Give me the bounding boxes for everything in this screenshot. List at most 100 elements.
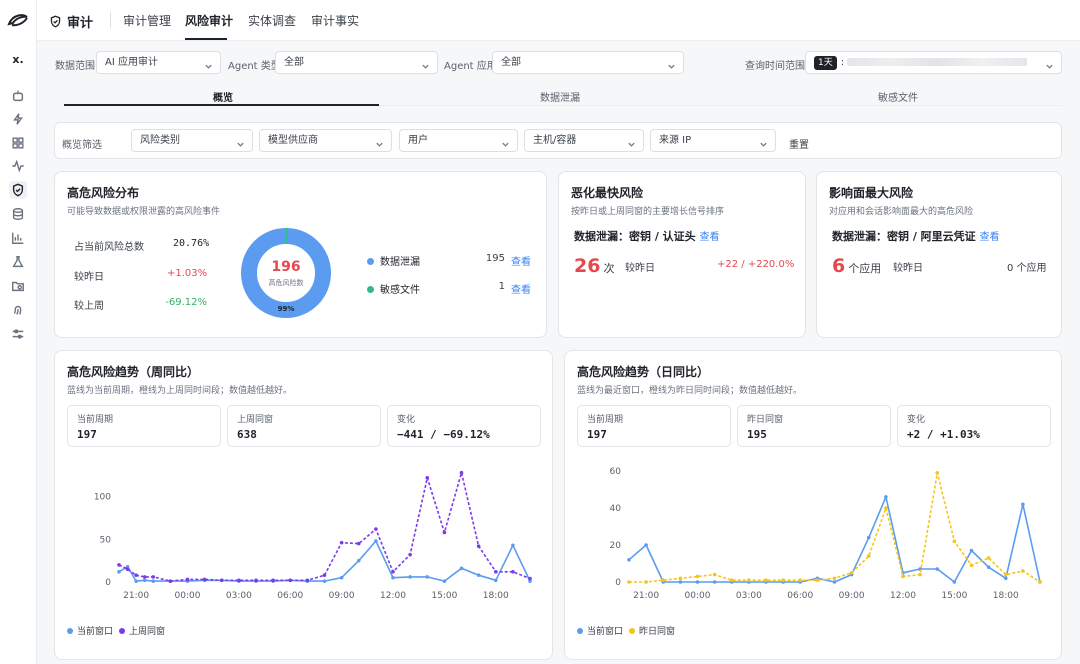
series-point-1 (117, 563, 121, 567)
time-range-select[interactable]: 1天: (805, 51, 1062, 74)
series-point-1 (866, 554, 871, 558)
x-tick-label: 15:00 (941, 591, 967, 601)
series-point-1 (832, 576, 837, 581)
card-title: 高危风险趋势（日同比） (577, 365, 710, 379)
folder-search-icon[interactable] (9, 277, 27, 295)
series-point-1 (442, 530, 447, 535)
chevron-down-icon (759, 136, 768, 147)
series-point-0 (832, 580, 837, 584)
share-value: 20.76% (173, 238, 210, 249)
series-point-1 (764, 578, 768, 582)
view-link[interactable]: 查看 (700, 232, 720, 243)
stat-current: 当前周期 197 (577, 405, 731, 447)
series-point-1 (134, 573, 138, 577)
view-link[interactable]: 查看 (980, 232, 1000, 243)
brand-title: 审计 (67, 16, 94, 31)
day-badge: 1天 (814, 56, 837, 70)
stat-change: 变化 +2 / +1.03% (897, 405, 1051, 447)
fingerprint-icon[interactable] (9, 301, 27, 319)
legend-swatch (577, 628, 583, 634)
series-point-0 (493, 578, 498, 583)
activity-icon[interactable] (9, 157, 27, 175)
series-point-1 (986, 556, 991, 560)
x-tick-label: 09:00 (329, 591, 355, 601)
chevron-down-icon (627, 136, 636, 147)
view-sensitive-files-link[interactable]: 查看 (511, 281, 531, 296)
view-data-leak-link[interactable]: 查看 (511, 253, 531, 268)
risk-count: 6 个应用 (832, 255, 882, 277)
agent-app-select[interactable]: 全部 (492, 51, 684, 74)
series-point-1 (356, 541, 361, 546)
series-point-0 (391, 575, 395, 580)
y-tick-label: 0 (615, 578, 621, 588)
shield-icon[interactable] (9, 181, 27, 199)
card-title: 恶化最快风险 (571, 186, 644, 200)
database-icon[interactable] (9, 205, 27, 223)
lightning-icon[interactable] (9, 110, 27, 128)
subtab-data-leak[interactable]: 数据泄漏 (540, 89, 580, 104)
series-line-0 (628, 496, 1041, 583)
series-point-1 (476, 544, 481, 548)
flask-icon[interactable] (9, 253, 27, 271)
brand[interactable]: 审计 (49, 12, 93, 31)
nav-divider (110, 12, 111, 28)
series-point-1 (1003, 572, 1008, 577)
tab-risk-audit[interactable]: 风险审计 (185, 12, 233, 29)
reset-button[interactable]: 重置 (789, 136, 809, 151)
legend-data-leak-count: 195 (485, 253, 505, 264)
series-point-1 (408, 552, 412, 557)
shield-check-icon (50, 15, 61, 28)
app-logo[interactable] (7, 12, 29, 28)
series-point-0 (695, 580, 700, 584)
model-vendor-select[interactable]: 模型供应商 (259, 129, 392, 152)
legend-swatch (67, 628, 73, 634)
series-point-0 (627, 558, 631, 562)
tab-entity-investigation[interactable]: 实体调查 (248, 12, 296, 29)
series-point-0 (476, 573, 481, 577)
legend-label: 上周同窗 (129, 625, 165, 637)
series-point-1 (459, 470, 464, 475)
subtab-sensitive-files[interactable]: 敏感文件 (878, 89, 918, 104)
subtab-active-underline (64, 104, 379, 106)
sliders-icon[interactable] (9, 325, 27, 343)
x-tick-label: 12:00 (380, 591, 406, 601)
scope-label: 数据范围 (55, 61, 95, 72)
host-container-select[interactable]: 主机/容器 (524, 129, 644, 152)
source-ip-select[interactable]: 来源 IP (650, 129, 776, 152)
series-point-1 (695, 574, 700, 579)
workspace-badge[interactable]: x. (6, 50, 30, 70)
subtab-overview[interactable]: 概览 (213, 89, 233, 104)
weekly-trend-card: 高危风险趋势（周同比） 蓝线为当前周期，橙线为上周同时间段；数值越低越好。 当前… (54, 350, 553, 660)
donut-total: 196 (271, 259, 300, 275)
series-point-0 (511, 543, 515, 548)
compare-value: +22 / +220.0% (717, 259, 795, 270)
user-select[interactable]: 用户 (399, 129, 518, 152)
series-point-1 (288, 578, 293, 583)
series-point-1 (237, 578, 241, 583)
series-point-0 (1021, 502, 1025, 507)
scope-select[interactable]: AI 应用审计 (96, 51, 221, 74)
series-point-1 (142, 575, 147, 579)
series-line-1 (118, 471, 531, 582)
risk-category-select[interactable]: 风险类别 (131, 129, 253, 152)
y-tick-label: 20 (610, 541, 622, 551)
series-point-1 (391, 569, 395, 574)
tab-audit-management[interactable]: 审计管理 (123, 12, 171, 29)
chevron-down-icon (1045, 58, 1054, 69)
grid-icon[interactable] (9, 134, 27, 152)
series-point-0 (442, 579, 447, 583)
active-tab-underline (185, 38, 227, 40)
card-subtitle: 可能导致数据或权限泄露的高风险事件 (67, 207, 221, 217)
series-point-0 (142, 578, 147, 583)
agent-type-select[interactable]: 全部 (275, 51, 438, 74)
bar-chart-icon[interactable] (9, 229, 27, 247)
card-subtitle: 按昨日或上周同窗的主要增长信号排序 (571, 207, 725, 217)
stat-current: 当前周期 197 (67, 405, 221, 447)
series-point-1 (1021, 569, 1025, 573)
series-point-1 (425, 476, 430, 480)
bot-icon[interactable] (9, 87, 27, 105)
tab-audit-facts[interactable]: 审计事实 (311, 12, 359, 29)
series-point-1 (202, 577, 207, 582)
risk-distribution-card: 高危风险分布 可能导致数据或权限泄露的高风险事件 占当前风险总数 20.76% … (54, 171, 547, 338)
series-point-0 (322, 579, 327, 583)
